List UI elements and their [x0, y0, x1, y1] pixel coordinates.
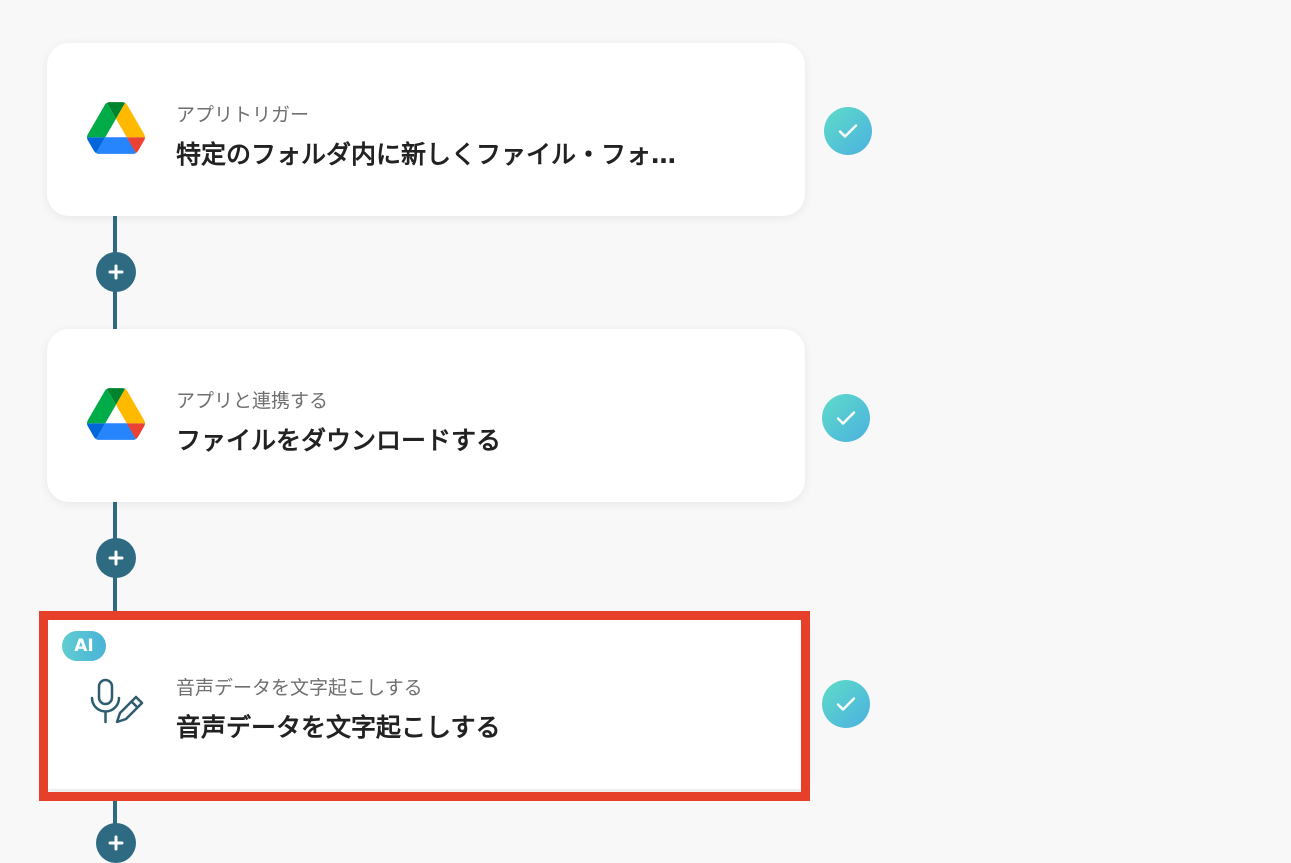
step-complete-check-icon: [824, 107, 872, 155]
step-complete-check-icon: [822, 394, 870, 442]
plus-icon: [108, 550, 124, 566]
flow-step-card-transcribe[interactable]: 音声データを文字起こしする 音声データを文字起こしする: [47, 616, 805, 789]
google-drive-icon: [87, 388, 145, 440]
flow-step-card-trigger[interactable]: アプリトリガー 特定のフォルダ内に新しくファイル・フォ…: [47, 43, 805, 216]
step-title: 特定のフォルダ内に新しくファイル・フォ…: [176, 140, 677, 169]
step-type-label: 音声データを文字起こしする: [176, 677, 423, 699]
step-title: 音声データを文字起こしする: [176, 713, 501, 742]
plus-icon: [108, 264, 124, 280]
ai-badge: AI: [62, 631, 106, 661]
add-step-button-2[interactable]: [96, 538, 136, 578]
add-step-button-3[interactable]: [96, 823, 136, 863]
step-complete-check-icon: [822, 680, 870, 728]
step-type-label: アプリと連携する: [176, 390, 329, 412]
microphone-pen-icon: [90, 678, 144, 724]
google-drive-icon: [87, 102, 145, 154]
flow-step-card-download[interactable]: アプリと連携する ファイルをダウンロードする: [47, 329, 805, 502]
step-type-label: アプリトリガー: [176, 104, 310, 126]
step-title: ファイルをダウンロードする: [176, 426, 502, 455]
add-step-button-1[interactable]: [96, 252, 136, 292]
